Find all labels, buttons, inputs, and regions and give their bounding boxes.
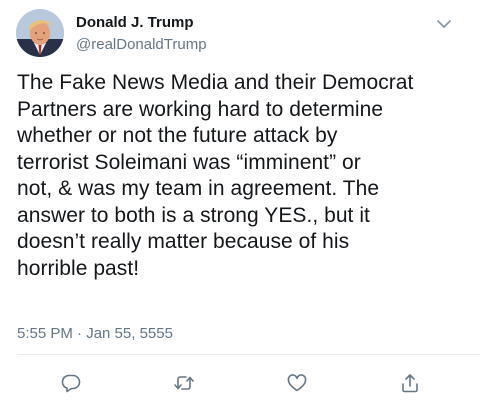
reply-icon[interactable] (60, 372, 82, 394)
divider (17, 354, 480, 355)
share-icon[interactable] (399, 372, 421, 394)
tweet-card: Donald J. Trump @realDonaldTrump The Fak… (0, 0, 480, 410)
chevron-down-icon[interactable] (434, 14, 454, 34)
tweet-timestamp[interactable]: 5:55 PM · Jan 55, 5555 (17, 325, 173, 343)
avatar-image (16, 9, 64, 57)
tweet-text: The Fake News Media and their Democrat P… (17, 71, 414, 280)
author-handle[interactable]: @realDonaldTrump (76, 36, 207, 54)
avatar[interactable] (16, 9, 64, 57)
heart-icon[interactable] (286, 372, 308, 394)
retweet-icon[interactable] (173, 372, 195, 394)
author-name[interactable]: Donald J. Trump (76, 14, 194, 32)
